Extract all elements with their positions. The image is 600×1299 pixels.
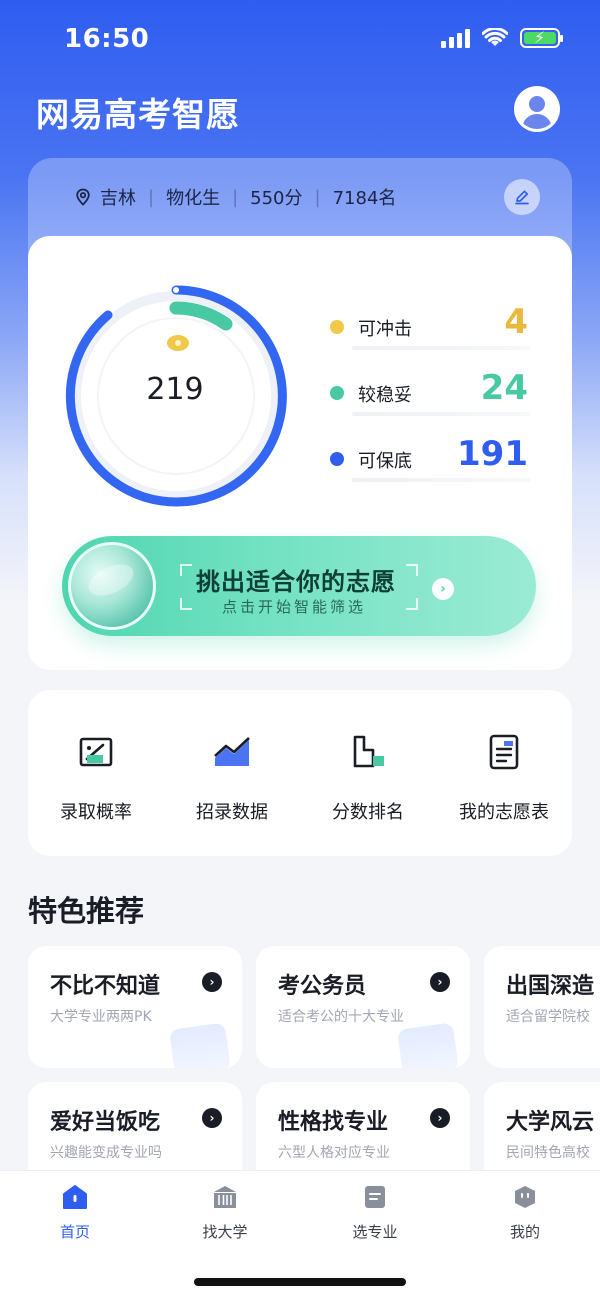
stat-value: 191 — [457, 434, 528, 474]
total-count: 219 — [146, 372, 204, 407]
user-icon — [529, 96, 545, 112]
document-icon — [489, 734, 519, 770]
tab-home[interactable]: 首页 — [25, 1183, 125, 1242]
bar-rank-icon — [353, 735, 384, 768]
tool-my-application-table[interactable]: 我的志愿表 — [439, 732, 569, 824]
tab-label: 选专业 — [352, 1223, 398, 1241]
profile-province: 吉林 — [100, 188, 136, 209]
profile-rank: 7184名 — [332, 188, 397, 209]
pencil-icon — [515, 190, 529, 205]
stat-stable[interactable]: 较稳妥 24 — [330, 368, 530, 418]
home-icon — [63, 1185, 87, 1209]
wifi-icon — [482, 28, 508, 46]
tool-score-rank[interactable]: 分数排名 — [303, 732, 433, 824]
rec-subtitle: 兴趣能变成专业吗 — [50, 1145, 162, 1161]
rec-subtitle: 民间特色高校 — [506, 1145, 590, 1161]
divider: | — [232, 186, 239, 208]
chevron-right-icon: › — [430, 972, 450, 992]
rec-subtitle: 适合留学院校 — [506, 1009, 590, 1025]
profile-icon — [515, 1186, 535, 1208]
status-bar: 16:50 ⚡ — [0, 0, 600, 80]
battery-icon: ⚡ — [520, 28, 563, 48]
tool-admission-probability[interactable]: 录取概率 — [31, 732, 161, 824]
rec-subtitle: 大学专业两两PK — [50, 1009, 152, 1025]
rec-card-study-abroad[interactable]: 出国深造 适合留学院校 — [484, 946, 600, 1068]
smart-filter-button[interactable]: 挑出适合你的志愿 点击开始智能筛选 › — [62, 536, 536, 636]
stat-label: 较稳妥 — [358, 385, 412, 406]
tool-label: 招录数据 — [196, 802, 268, 823]
tool-label: 分数排名 — [332, 802, 404, 823]
tool-label: 我的志愿表 — [459, 802, 549, 823]
rec-title: 爱好当饭吃 — [50, 1110, 161, 1135]
cloud-decoration — [168, 1022, 232, 1068]
tab-label: 找大学 — [202, 1223, 248, 1241]
cta-title: 挑出适合你的志愿 — [196, 568, 396, 596]
rec-subtitle: 六型人格对应专业 — [278, 1145, 390, 1161]
safe-dot — [330, 452, 344, 466]
signal-icon — [441, 28, 470, 48]
stat-label: 可保底 — [358, 451, 412, 472]
home-indicator — [194, 1278, 406, 1286]
document-icon — [365, 1186, 385, 1208]
stat-safe[interactable]: 可保底 191 — [330, 434, 530, 484]
tab-me[interactable]: 我的 — [475, 1183, 575, 1242]
rec-card-compare[interactable]: 不比不知道 大学专业两两PK › — [28, 946, 242, 1068]
building-decoration — [396, 1022, 460, 1068]
featured-section-title: 特色推荐 — [28, 894, 145, 928]
tool-label: 录取概率 — [60, 802, 132, 823]
university-icon — [214, 1186, 236, 1208]
rec-title: 不比不知道 — [50, 974, 161, 999]
tool-enrollment-data[interactable]: 招录数据 — [167, 732, 297, 824]
chevron-right-icon: › — [430, 1108, 450, 1128]
cta-subtitle: 点击开始智能筛选 — [222, 598, 367, 616]
tab-find-university[interactable]: 找大学 — [175, 1183, 275, 1242]
rec-title: 大学风云 — [506, 1110, 595, 1135]
tab-choose-major[interactable]: 选专业 — [325, 1183, 425, 1242]
probability-chart-icon — [79, 737, 113, 767]
stat-value: 24 — [480, 368, 528, 408]
app-title: 网易高考智愿 — [36, 95, 240, 134]
location-pin-icon — [76, 188, 90, 206]
status-time: 16:50 — [64, 24, 150, 54]
stat-label: 可冲击 — [358, 319, 412, 340]
stat-value: 4 — [504, 302, 528, 342]
avatar[interactable] — [514, 86, 560, 132]
rec-title: 出国深造 — [506, 974, 595, 999]
chevron-right-icon: › — [432, 578, 454, 600]
tab-label: 我的 — [509, 1223, 540, 1241]
tab-label: 首页 — [59, 1223, 90, 1241]
stat-reach[interactable]: 可冲击 4 — [330, 302, 530, 352]
chevron-right-icon: › — [202, 1108, 222, 1128]
profile-info[interactable]: 吉林 | 物化生 | 550分 | 7184名 — [74, 184, 396, 210]
rec-title: 性格找专业 — [278, 1110, 389, 1135]
rec-title: 考公务员 — [278, 974, 367, 999]
line-chart-icon — [214, 737, 250, 766]
profile-score: 550分 — [250, 188, 303, 209]
stable-dot — [330, 386, 344, 400]
orb-graphic — [68, 542, 156, 630]
profile-subjects: 物化生 — [166, 188, 221, 209]
reach-dot — [330, 320, 344, 334]
edit-profile-button[interactable] — [504, 179, 540, 215]
chevron-right-icon: › — [202, 972, 222, 992]
divider: | — [314, 186, 321, 208]
rec-card-civil-service[interactable]: 考公务员 适合考公的十大专业 › — [256, 946, 470, 1068]
rec-subtitle: 适合考公的十大专业 — [278, 1009, 404, 1025]
divider: | — [148, 186, 155, 208]
